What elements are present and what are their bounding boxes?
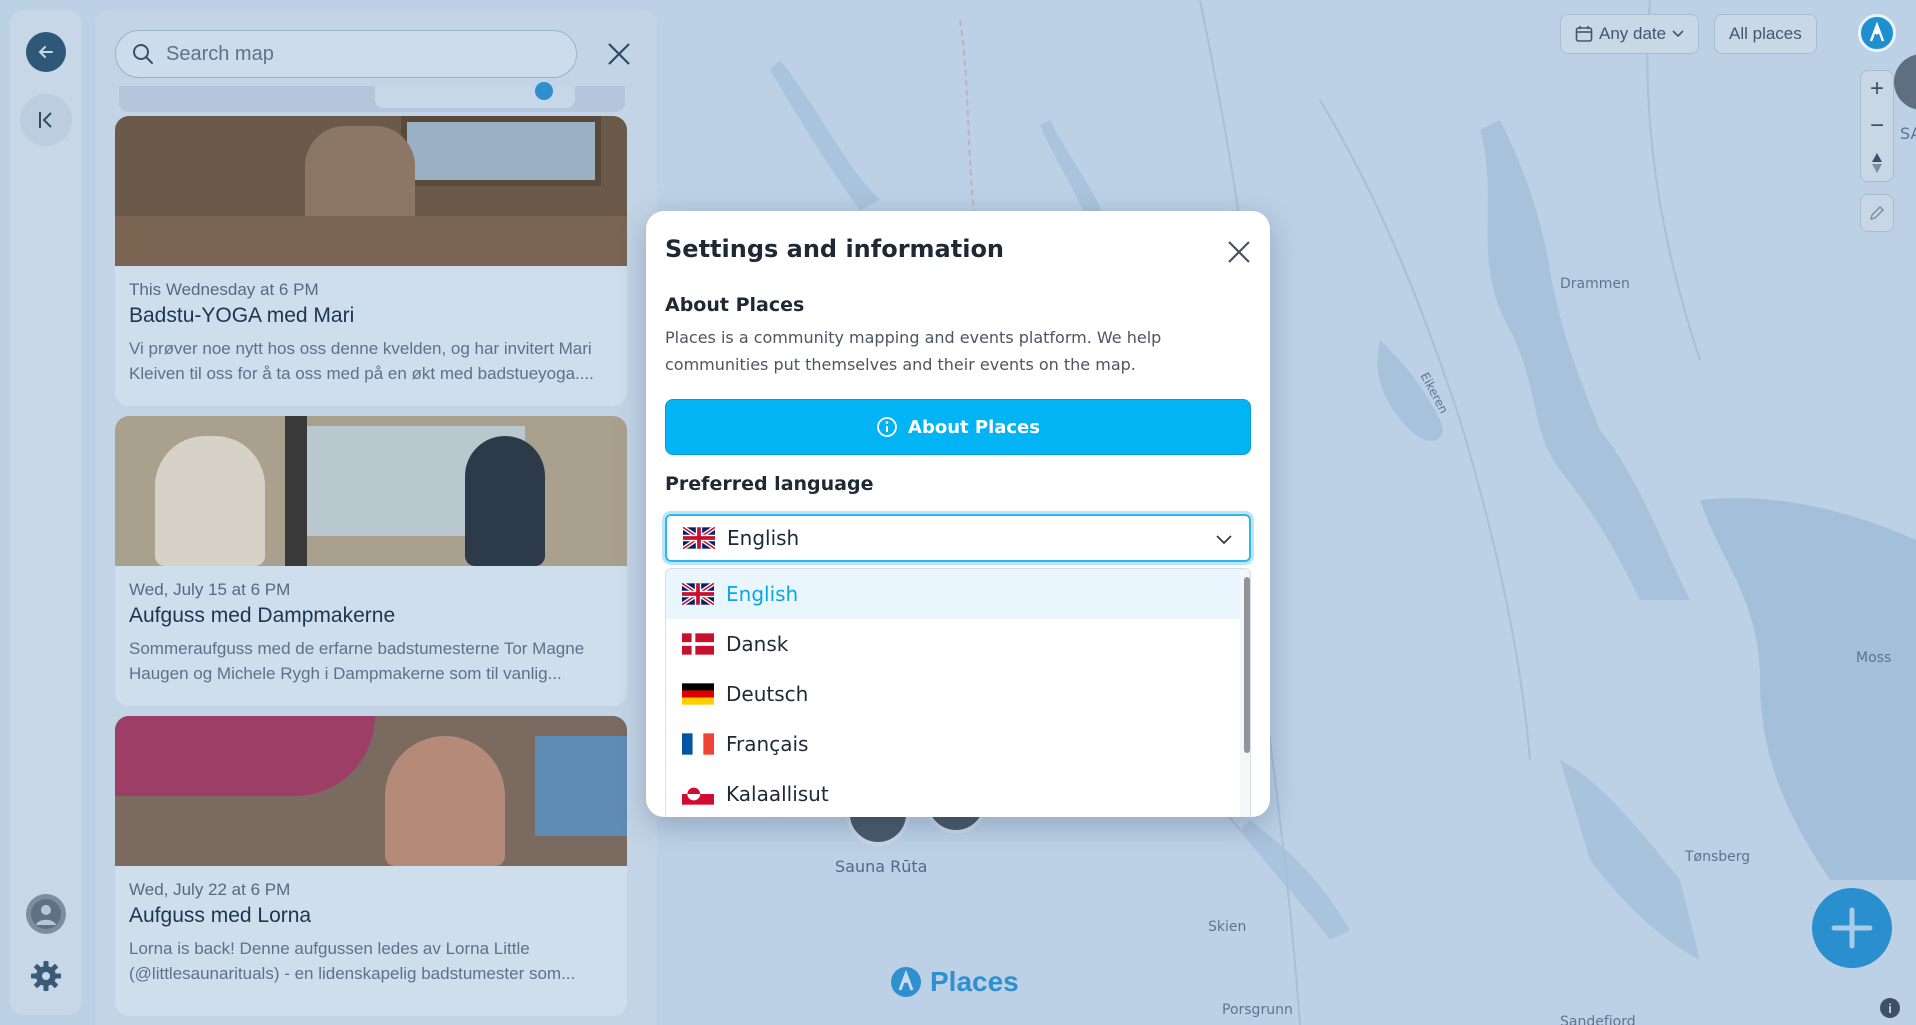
back-button[interactable] — [26, 32, 66, 72]
about-places-button-label: About Places — [908, 416, 1040, 438]
dropdown-scrollbar[interactable] — [1244, 577, 1250, 753]
close-icon[interactable] — [1226, 239, 1252, 265]
event-title: Aufguss med Dampmakerne — [129, 604, 396, 627]
zoom-in-button[interactable]: + — [1870, 71, 1884, 108]
about-places-button[interactable]: About Places — [665, 399, 1251, 455]
language-option-kalaallisut[interactable]: Kalaallisut — [666, 769, 1250, 817]
event-card[interactable]: Wed, July 15 at 6 PM Aufguss med Dampmak… — [115, 416, 627, 706]
language-dropdown: English Dansk Deutsch Français Kalaallis… — [665, 568, 1251, 817]
plus-icon — [1831, 907, 1873, 949]
germany-flag-icon — [682, 683, 714, 705]
collapse-panel-button[interactable] — [20, 94, 72, 146]
places-logo-icon — [891, 967, 921, 997]
event-image — [115, 416, 627, 566]
search-input[interactable]: Search map — [115, 30, 577, 78]
event-image-window — [401, 116, 601, 186]
language-option-label: Français — [726, 732, 809, 756]
event-image-person — [465, 436, 545, 566]
event-description: Sommeraufguss med de erfarne badstumeste… — [129, 639, 585, 683]
search-placeholder: Search map — [166, 42, 274, 65]
places-logo: Places — [890, 966, 1019, 998]
settings-button[interactable] — [26, 956, 66, 996]
event-description: Lorna is back! Denne aufgussen ledes av … — [129, 939, 576, 983]
about-text: Places is a community mapping and events… — [665, 328, 1162, 374]
events-panel: Search map This Wednesday at 6 PM Badstu… — [95, 10, 657, 1025]
language-option-label: Dansk — [726, 632, 789, 656]
selected-language: English — [727, 526, 800, 550]
event-description: Vi prøver noe nytt hos oss denne kvelden… — [129, 339, 594, 383]
language-heading: Preferred language — [665, 473, 874, 495]
map-label-skien: Skien — [1208, 919, 1247, 935]
map-label-drammen: Drammen — [1560, 276, 1630, 292]
language-option-label: English — [726, 582, 799, 606]
filter-toggle-dot — [535, 82, 553, 100]
event-date: This Wednesday at 6 PM — [129, 280, 319, 299]
gear-icon — [31, 961, 61, 991]
compass-icon — [1872, 152, 1882, 173]
event-title: Aufguss med Lorna — [129, 904, 312, 927]
map-pin-label: Sauna Rūta — [835, 857, 928, 876]
event-image-cloth — [115, 716, 375, 796]
map-label-edge: SA — [1900, 124, 1916, 143]
event-card[interactable]: This Wednesday at 6 PM Badstu-YOGA med M… — [115, 116, 627, 406]
greenland-flag-icon — [682, 783, 714, 805]
info-icon — [877, 417, 897, 437]
event-image-person — [385, 736, 505, 866]
event-date: Wed, July 22 at 6 PM — [129, 880, 291, 899]
collapse-left-icon — [39, 112, 52, 128]
modal-title: Settings and information — [665, 235, 1005, 263]
arrow-left-icon — [38, 46, 53, 58]
date-filter-button[interactable]: Any date — [1560, 14, 1700, 54]
event-image-person — [155, 436, 265, 566]
places-filter-label: All places — [1729, 24, 1802, 43]
compass-button[interactable] — [1870, 144, 1884, 181]
chevron-down-icon — [1672, 30, 1684, 38]
event-card[interactable]: Wed, July 22 at 6 PM Aufguss med Lorna L… — [115, 716, 627, 1016]
map-label-moss: Moss — [1856, 650, 1892, 666]
map-label-tonsberg: Tønsberg — [1685, 849, 1751, 865]
map-label-porsgrunn: Porsgrunn — [1222, 1002, 1293, 1018]
event-image — [115, 716, 627, 866]
user-avatar[interactable] — [26, 894, 66, 934]
language-option-dansk[interactable]: Dansk — [666, 619, 1250, 669]
france-flag-icon — [682, 733, 714, 755]
uk-flag-icon — [683, 527, 715, 549]
map-info-button[interactable]: i — [1880, 998, 1900, 1018]
language-select[interactable]: English — [665, 514, 1251, 562]
event-image — [115, 116, 627, 266]
language-option-francais[interactable]: Français — [666, 719, 1250, 769]
language-option-deutsch[interactable]: Deutsch — [666, 669, 1250, 719]
zoom-controls: + − — [1860, 70, 1894, 182]
event-title: Badstu-YOGA med Mari — [129, 304, 355, 327]
places-logo-text: Places — [930, 966, 1019, 997]
search-icon — [133, 44, 153, 64]
icon-rail — [10, 10, 82, 1015]
about-heading: About Places — [665, 294, 805, 316]
places-logo-icon — [1869, 22, 1885, 42]
map-label-sandefjord: Sandefjord — [1560, 1014, 1636, 1025]
add-place-button[interactable] — [1812, 888, 1892, 968]
language-option-label: Kalaallisut — [726, 782, 829, 806]
filter-strip[interactable] — [119, 82, 625, 112]
event-image-water — [535, 736, 627, 836]
draw-button[interactable] — [1860, 194, 1894, 232]
event-image-bench — [115, 216, 627, 266]
denmark-flag-icon — [682, 633, 714, 655]
pencil-icon — [1869, 205, 1885, 221]
avatar-icon — [31, 899, 61, 929]
calendar-icon — [1575, 26, 1593, 42]
places-account-button[interactable] — [1858, 14, 1896, 52]
language-option-english[interactable]: English — [666, 569, 1250, 619]
event-date: Wed, July 15 at 6 PM — [129, 580, 291, 599]
close-search-icon[interactable] — [605, 40, 633, 68]
date-filter-label: Any date — [1599, 24, 1667, 43]
places-filter-button[interactable]: All places — [1714, 14, 1817, 54]
event-image-stove — [285, 416, 307, 566]
chevron-down-icon — [1216, 535, 1232, 545]
language-option-label: Deutsch — [726, 682, 809, 706]
uk-flag-icon — [682, 583, 714, 605]
settings-modal: Settings and information About Places Pl… — [646, 211, 1270, 817]
zoom-out-button[interactable]: − — [1870, 108, 1884, 145]
